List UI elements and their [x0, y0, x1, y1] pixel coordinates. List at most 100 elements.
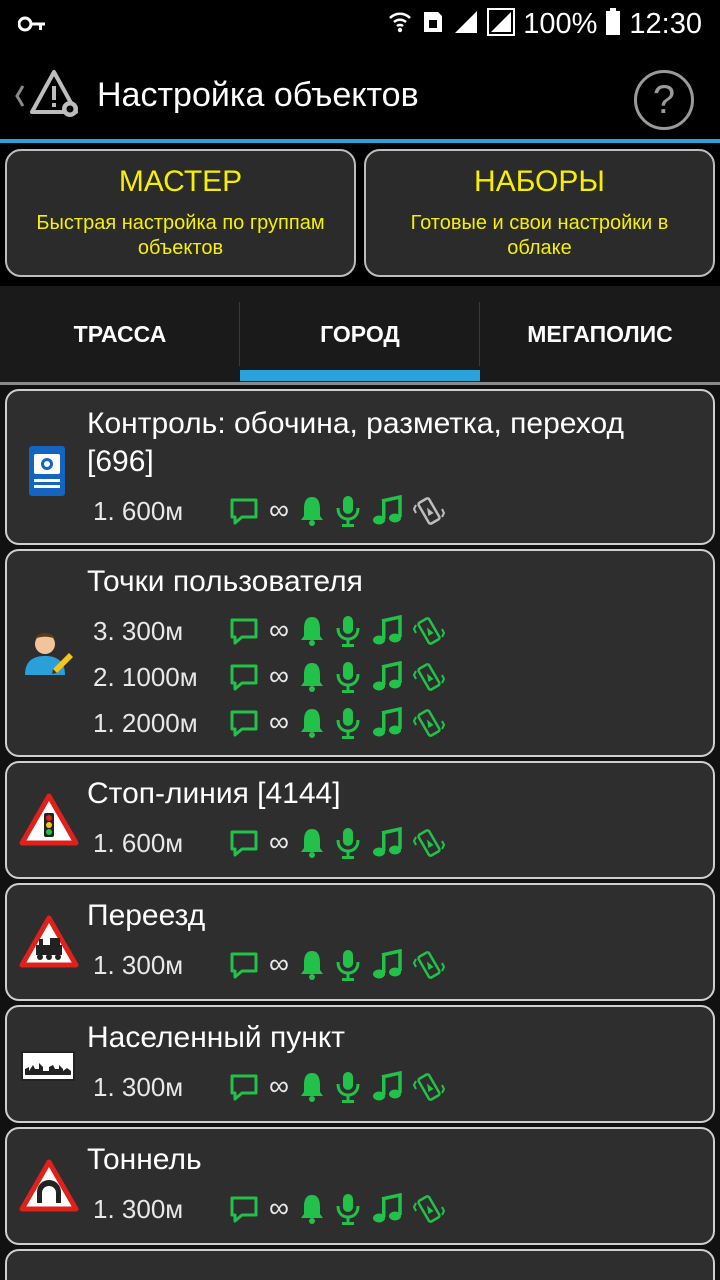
- infinity-icon: ∞: [269, 1070, 289, 1101]
- page-title: Настройка объектов: [97, 76, 419, 114]
- settlement-sign-icon: [21, 1051, 75, 1086]
- music-note-icon[interactable]: [371, 827, 403, 859]
- alert-distance: 1. 300м: [93, 949, 184, 980]
- wifi-icon: [387, 9, 413, 40]
- music-note-icon[interactable]: [371, 495, 403, 527]
- message-icon[interactable]: [229, 1072, 259, 1102]
- music-note-icon[interactable]: [371, 661, 403, 693]
- bell-icon[interactable]: [299, 707, 325, 739]
- list-item[interactable]: Переезд 1. 300м ∞: [5, 883, 715, 1001]
- message-icon[interactable]: [229, 616, 259, 646]
- vibrate-phone-icon[interactable]: [412, 949, 445, 981]
- user-icon: [23, 629, 73, 684]
- item-title: Тоннель: [87, 1143, 202, 1176]
- infinity-icon: ∞: [269, 706, 289, 737]
- microphone-icon[interactable]: [335, 614, 361, 648]
- list-item[interactable]: Контроль: обочина, разметка, переход [69…: [5, 389, 715, 545]
- message-icon[interactable]: [229, 828, 259, 858]
- item-title: Населенный пункт: [87, 1021, 346, 1054]
- item-title: Контроль: обочина, разметка, переход [69…: [87, 407, 624, 478]
- message-icon[interactable]: [229, 1194, 259, 1224]
- vpn-key-icon: [17, 14, 46, 39]
- sets-button[interactable]: НАБОРЫ Готовые и свои настройки в облаке: [364, 149, 715, 277]
- help-button[interactable]: ?: [634, 70, 694, 130]
- item-title: Стоп-линия [4144]: [87, 777, 341, 810]
- signal-icon-2: [487, 7, 516, 41]
- clock: 12:30: [629, 7, 702, 40]
- bell-icon[interactable]: [299, 1071, 325, 1103]
- tab-highway[interactable]: ТРАССА: [0, 286, 240, 382]
- photo-video-control-sign-icon: [29, 446, 65, 501]
- tab-city[interactable]: ГОРОД: [240, 286, 480, 382]
- master-title: МАСТЕР: [118, 165, 243, 198]
- alert-row[interactable]: 1. 300м ∞: [93, 1067, 445, 1107]
- alert-row[interactable]: 1. 2000м ∞: [93, 703, 445, 743]
- vibrate-phone-icon[interactable]: [412, 827, 445, 859]
- alert-distance: 3. 300м: [93, 615, 184, 646]
- master-subtitle: Быстрая настройка по группам объектов: [36, 212, 325, 259]
- infinity-icon: ∞: [269, 494, 289, 525]
- microphone-icon[interactable]: [335, 494, 361, 528]
- microphone-icon[interactable]: [335, 948, 361, 982]
- item-title: Переезд: [87, 899, 206, 932]
- music-note-icon[interactable]: [371, 1193, 403, 1225]
- message-icon[interactable]: [229, 950, 259, 980]
- music-note-icon[interactable]: [371, 949, 403, 981]
- microphone-icon[interactable]: [335, 1192, 361, 1226]
- infinity-icon: ∞: [269, 614, 289, 645]
- microphone-icon[interactable]: [335, 826, 361, 860]
- bell-icon[interactable]: [299, 1193, 325, 1225]
- alert-row[interactable]: 1. 300м ∞: [93, 945, 445, 985]
- list-item[interactable]: Точки пользователя 3. 300м ∞ 2. 1000м ∞: [5, 549, 715, 757]
- status-bar: 100% 12:30: [0, 0, 720, 48]
- infinity-icon: ∞: [269, 826, 289, 857]
- vibrate-phone-icon[interactable]: [412, 495, 445, 527]
- message-icon[interactable]: [229, 708, 259, 738]
- alert-row[interactable]: 3. 300м ∞: [93, 611, 445, 651]
- back-button[interactable]: [6, 48, 86, 140]
- alert-distance: 1. 300м: [93, 1193, 184, 1224]
- traffic-light-warning-icon: [19, 793, 79, 852]
- list-item[interactable]: Населенный пункт 1. 300м ∞: [5, 1005, 715, 1123]
- alert-row[interactable]: 2. 1000м ∞: [93, 657, 445, 697]
- master-button[interactable]: МАСТЕР Быстрая настройка по группам объе…: [5, 149, 356, 277]
- sets-title: НАБОРЫ: [474, 165, 605, 198]
- message-icon[interactable]: [229, 496, 259, 526]
- battery-icon: [605, 7, 621, 41]
- tab-bar: ТРАССА ГОРОД МЕГАПОЛИС: [0, 286, 720, 382]
- music-note-icon[interactable]: [371, 1071, 403, 1103]
- microphone-icon[interactable]: [335, 706, 361, 740]
- list-item[interactable]: Тоннель 1. 300м ∞: [5, 1127, 715, 1245]
- microphone-icon[interactable]: [335, 660, 361, 694]
- alert-row[interactable]: 1. 300м ∞: [93, 1189, 445, 1229]
- alert-distance: 1. 300м: [93, 1071, 184, 1102]
- tab-megapolis[interactable]: МЕГАПОЛИС: [480, 286, 720, 382]
- vibrate-phone-icon[interactable]: [412, 707, 445, 739]
- bell-icon[interactable]: [299, 827, 325, 859]
- bell-icon[interactable]: [299, 495, 325, 527]
- alert-row[interactable]: 1. 600м ∞: [93, 491, 445, 531]
- railway-crossing-icon: [19, 915, 79, 974]
- music-note-icon[interactable]: [371, 707, 403, 739]
- microphone-icon[interactable]: [335, 1070, 361, 1104]
- objects-list[interactable]: Контроль: обочина, разметка, переход [69…: [0, 385, 720, 1280]
- vibrate-phone-icon[interactable]: [412, 661, 445, 693]
- vibrate-phone-icon[interactable]: [412, 615, 445, 647]
- list-item[interactable]: Стоп-линия [4144] 1. 600м ∞: [5, 761, 715, 879]
- vibrate-phone-icon[interactable]: [412, 1193, 445, 1225]
- alert-distance: 1. 600м: [93, 827, 184, 858]
- alert-distance: 1. 600м: [93, 495, 184, 526]
- message-icon[interactable]: [229, 662, 259, 692]
- app-bar: Настройка объектов ?: [0, 48, 720, 140]
- list-item[interactable]: [5, 1249, 715, 1280]
- bell-icon[interactable]: [299, 615, 325, 647]
- vibrate-phone-icon[interactable]: [412, 1071, 445, 1103]
- bell-icon[interactable]: [299, 949, 325, 981]
- music-note-icon[interactable]: [371, 615, 403, 647]
- tab-selected-indicator: [240, 370, 480, 381]
- infinity-icon: ∞: [269, 948, 289, 979]
- bell-icon[interactable]: [299, 661, 325, 693]
- alert-row[interactable]: 1. 600м ∞: [93, 823, 445, 863]
- battery-percent: 100%: [523, 7, 598, 40]
- quick-setup-panel: МАСТЕР Быстрая настройка по группам объе…: [0, 143, 720, 285]
